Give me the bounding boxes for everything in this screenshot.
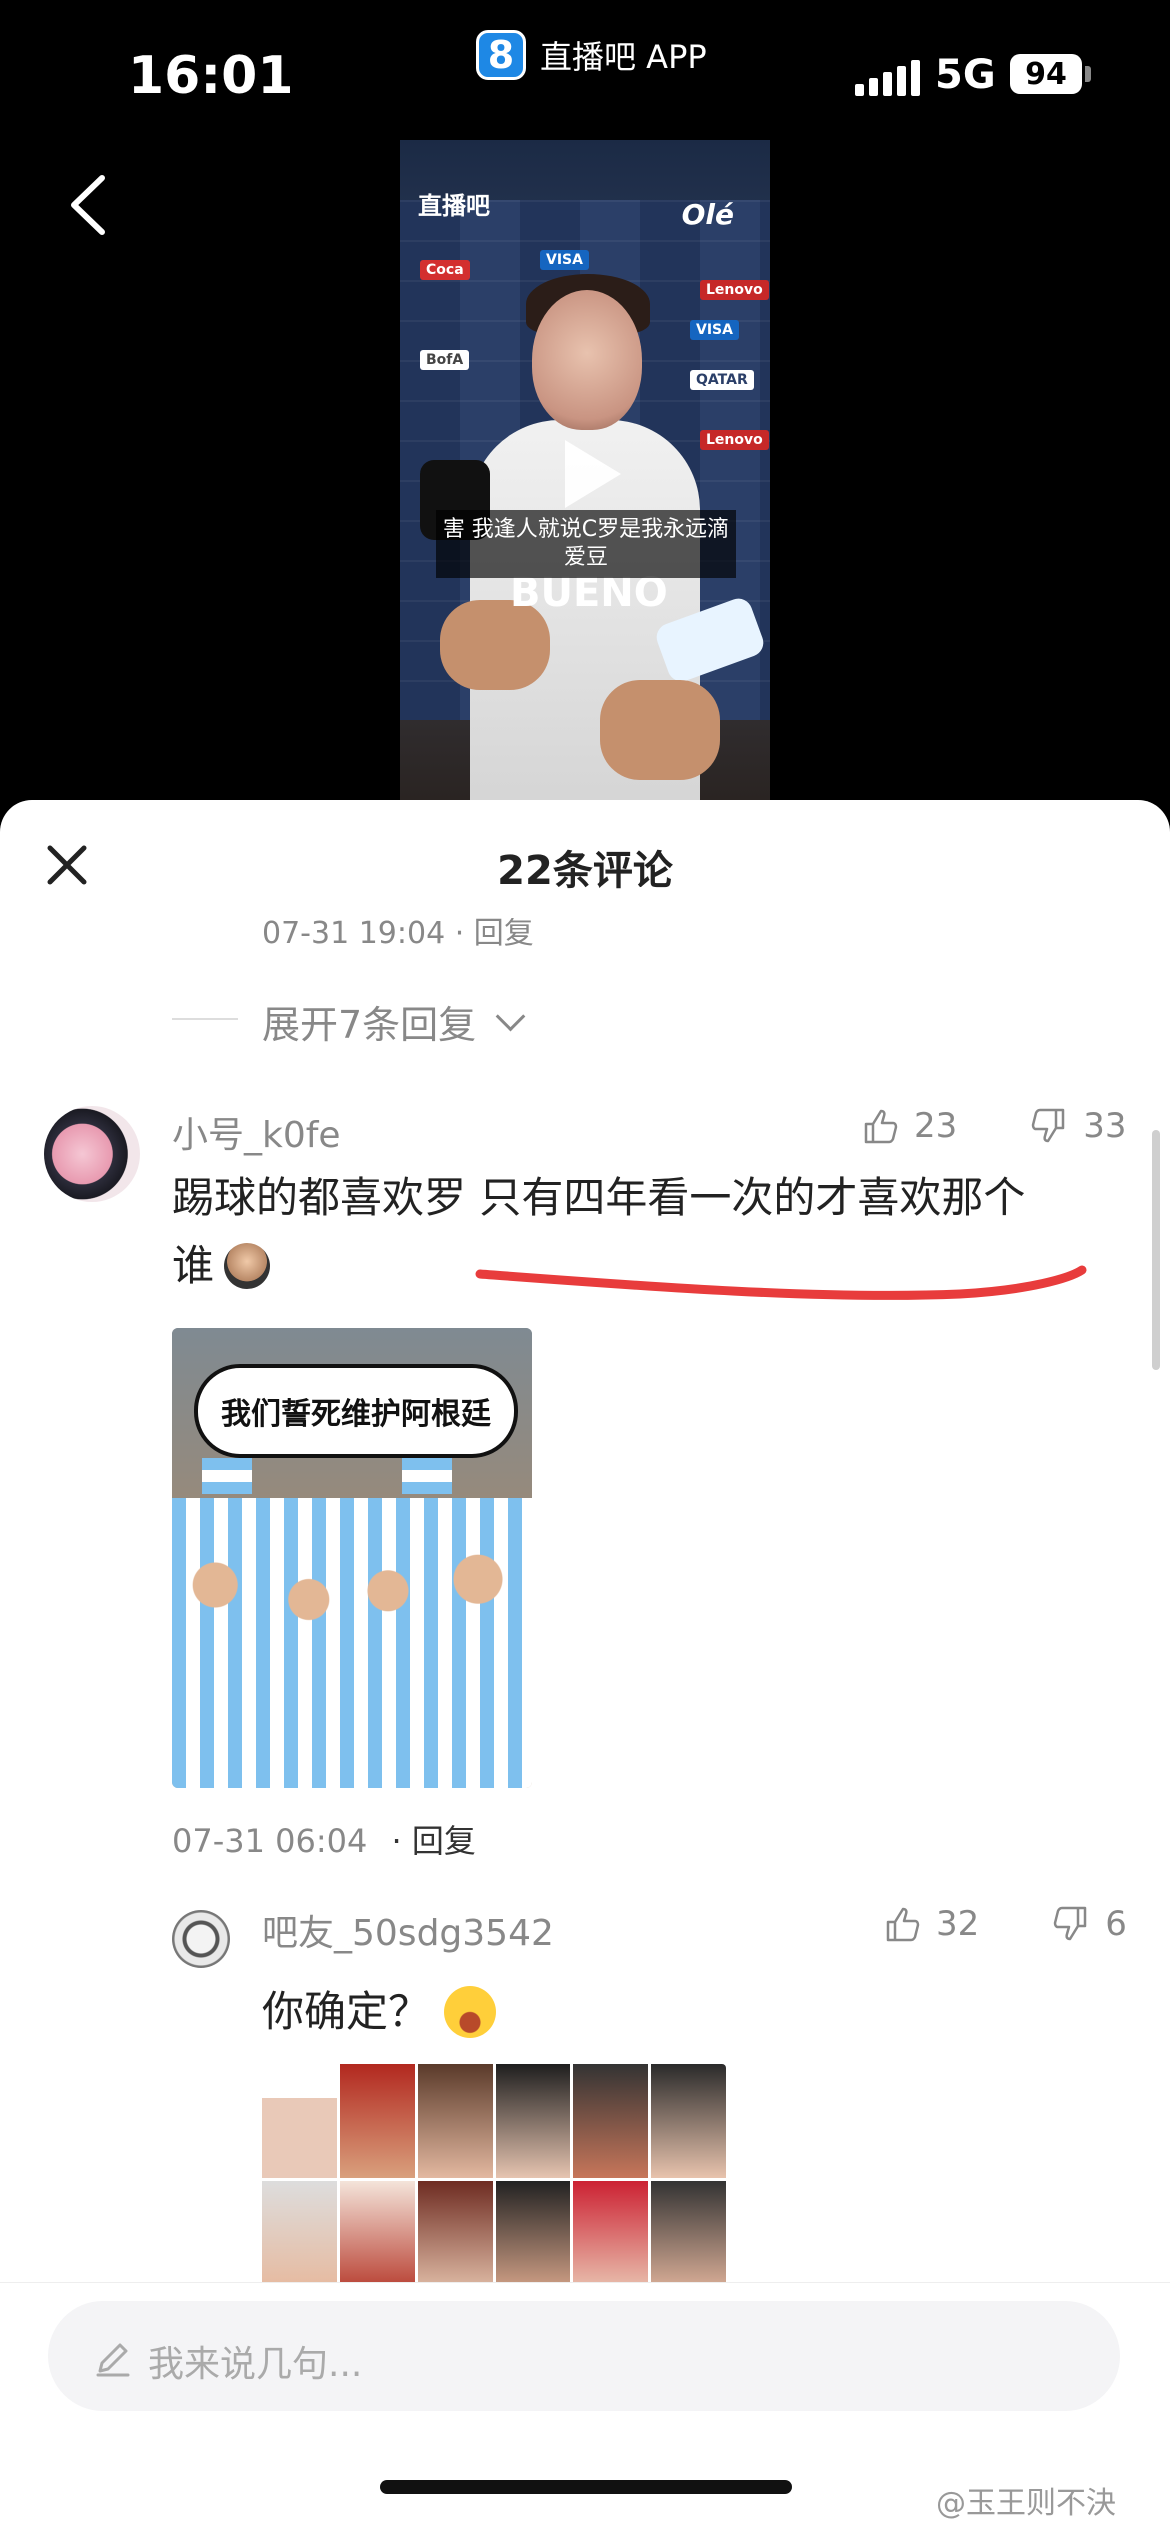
signal-icon [855, 60, 920, 96]
collage-tile [651, 2180, 726, 2294]
dislike-count: 6 [1105, 1904, 1127, 1944]
collage-tile [573, 2180, 649, 2294]
footer-watermark: @玉王则不決 [936, 2486, 1116, 2521]
collage-tile [339, 2064, 415, 2178]
video-player[interactable]: Coca VISA Lenovo VISA BofA QATAR QATAR L… [400, 140, 770, 800]
sponsor-chip: BofA [420, 350, 470, 370]
app-name: 直播吧 APP [540, 38, 707, 76]
laughing-emoji-icon [444, 1986, 497, 2038]
scrollbar[interactable] [1152, 1130, 1160, 1370]
comment-input[interactable]: 我来说几句... [48, 2301, 1120, 2411]
like-count: 32 [936, 1904, 980, 1944]
comment-image-argentina-fans[interactable]: 我们誓死维护阿根廷 [172, 1328, 532, 1788]
collage-tile [417, 2064, 493, 2178]
home-indicator[interactable] [380, 2480, 792, 2494]
comment-meta: 07-31 06:04 · 回复 [172, 1816, 476, 1862]
collage-tile [495, 2180, 571, 2294]
reporter-hand [600, 680, 720, 780]
app-logo-icon: 8 [476, 30, 526, 80]
comment-text: 你确定？ [262, 1987, 431, 2036]
comment-actions: 32 6 [882, 1904, 1127, 1944]
collage-tile [417, 2180, 493, 2294]
video-watermark: 直播吧 [418, 192, 490, 220]
speech-bubble: 我们誓死维护阿根廷 [194, 1364, 518, 1458]
avatar[interactable] [172, 1910, 230, 1968]
sponsor-chip: Lenovo [700, 280, 769, 300]
sponsor-logo: Olé [681, 198, 734, 231]
sponsor-chip: QATAR [690, 370, 754, 390]
flag [202, 1458, 252, 1494]
back-arrow-icon[interactable] [58, 170, 128, 240]
sponsor-chip: Lenovo [700, 430, 769, 450]
comment-input-placeholder: 我来说几句... [148, 2344, 363, 2385]
reply-text-row: 你确定？ [262, 1978, 497, 2046]
video-subtitle: 害 我逢人就说C罗是我永远滴爱豆 [436, 510, 736, 578]
player-head [532, 290, 642, 430]
battery-icon: 94 [1010, 54, 1082, 94]
red-underline-annotation [475, 1265, 1087, 1300]
battery-tip [1085, 66, 1091, 82]
thumbs-up-icon [886, 1907, 920, 1942]
thumbs-down-icon [1054, 1906, 1087, 1941]
collage-tile [495, 2064, 571, 2178]
comments-sheet: 22条评论 07-31 19:04 · 回复 展开7条回复 小号_k0fe 23… [0, 800, 1170, 2532]
app-badge: 8 直播吧 APP [476, 30, 707, 80]
fans-crowd [172, 1498, 532, 1788]
sponsor-chip: Coca [420, 260, 470, 280]
flag [402, 1458, 452, 1494]
collage-tile [339, 2180, 415, 2294]
collage-tile [573, 2064, 649, 2178]
dislike-button[interactable]: 6 [1051, 1904, 1127, 1944]
collage-tile [262, 2180, 337, 2294]
network-type: 5G [935, 52, 996, 98]
pencil-icon [96, 2343, 130, 2377]
comment-username[interactable]: 吧友_50sdg3542 [262, 1904, 554, 1956]
collage-tile [262, 2064, 337, 2178]
sponsor-chip: VISA [540, 250, 589, 270]
status-time: 16:01 [128, 46, 294, 106]
comment-date: 07-31 06:04 [172, 1822, 368, 1860]
sponsor-chip: VISA [690, 320, 739, 340]
collage-tile [651, 2064, 726, 2178]
play-icon[interactable] [565, 440, 621, 508]
comment-image-collage[interactable] [262, 2064, 726, 2294]
status-bar: 16:01 8 直播吧 APP 5G 94 [0, 0, 1170, 150]
reply-button[interactable]: · 回复 [392, 1822, 476, 1860]
like-button[interactable]: 32 [882, 1904, 979, 1944]
